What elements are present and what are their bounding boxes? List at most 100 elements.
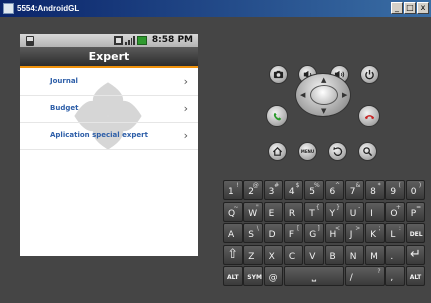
key-alt-label: ~ xyxy=(233,203,239,211)
end-call-icon xyxy=(364,114,374,119)
key-comma[interactable]: , xyxy=(385,266,405,286)
key-2[interactable]: 2 @ xyxy=(243,180,263,200)
key-slash[interactable]: /? xyxy=(344,266,385,286)
menu-item-journal[interactable]: Journal › xyxy=(20,70,198,96)
dpad-down-icon[interactable]: ▼ xyxy=(321,107,326,115)
key-alt[interactable]: ALT xyxy=(223,266,243,286)
key-alt-label: ? xyxy=(377,268,381,275)
key-3[interactable]: 3 # xyxy=(263,180,284,200)
close-button[interactable]: x xyxy=(417,2,429,14)
key-c[interactable]: C xyxy=(283,244,304,265)
key-k[interactable]: K; xyxy=(365,223,385,243)
power-button[interactable] xyxy=(360,65,379,84)
key-m[interactable]: M xyxy=(365,244,385,265)
key-g[interactable]: G] xyxy=(304,223,324,243)
key-p[interactable]: P = xyxy=(405,201,426,222)
key-alt-label: - xyxy=(358,203,361,211)
search-button[interactable] xyxy=(358,142,377,161)
key-f[interactable]: F[ xyxy=(283,223,304,243)
key-label: G xyxy=(309,230,317,240)
key-label: I xyxy=(370,208,373,219)
menu-button[interactable]: MENU xyxy=(298,142,317,161)
key-6[interactable]: 6 ^ xyxy=(324,180,344,200)
home-button[interactable] xyxy=(268,142,287,161)
key-0[interactable]: 0) xyxy=(405,180,426,200)
key-v[interactable]: V xyxy=(304,244,324,265)
window-title: 5554:AndroidGL xyxy=(17,4,80,13)
key-alt-label: = xyxy=(416,203,422,211)
camera-button[interactable] xyxy=(269,65,288,84)
key-label: ALT xyxy=(409,274,422,281)
space-icon: ⎵ xyxy=(311,269,317,282)
key-label: @ xyxy=(268,273,278,283)
signal-icon xyxy=(125,36,135,45)
key-space[interactable]: ⎵ xyxy=(283,266,344,286)
key-a[interactable]: A xyxy=(223,223,243,243)
key-alt-label: @ xyxy=(252,182,259,189)
key-alt-label: * xyxy=(377,182,381,189)
key-alt-label: " xyxy=(256,203,259,211)
key-1[interactable]: 1! xyxy=(223,180,243,200)
key-alt-label: : xyxy=(398,225,401,232)
key-label: F xyxy=(288,230,295,240)
key-t[interactable]: T{ xyxy=(304,201,324,222)
key-period[interactable]: . xyxy=(385,244,405,265)
key-at[interactable]: @ xyxy=(263,266,284,286)
key-delete[interactable]: DEL xyxy=(405,223,426,243)
dpad-up-icon[interactable]: ▲ xyxy=(321,76,326,84)
dpad-right-icon[interactable]: ▶ xyxy=(342,91,347,99)
key-label: S xyxy=(248,230,255,240)
key-j[interactable]: J > xyxy=(344,223,365,243)
battery-icon xyxy=(137,36,147,45)
dpad-left-icon[interactable]: ◀ xyxy=(300,91,305,99)
shift-icon: ⇧ xyxy=(227,246,239,262)
key-s[interactable]: S \ xyxy=(243,223,263,243)
key-r[interactable]: R xyxy=(283,201,304,222)
key-u[interactable]: U- xyxy=(344,201,365,222)
key-alt[interactable]: ALT xyxy=(405,266,426,286)
menu-item-application-special-expert[interactable]: Aplication special expert › xyxy=(20,124,198,150)
key-i[interactable]: I xyxy=(365,201,385,222)
phone-screen: 8:58 PM Expert Journal › Budget › Aplica… xyxy=(20,34,198,256)
key-o[interactable]: O + xyxy=(385,201,405,222)
key-alt-label: & xyxy=(355,182,361,189)
key-enter[interactable]: ↵ xyxy=(405,244,426,265)
network-icon xyxy=(114,36,123,45)
key-9[interactable]: 9( xyxy=(385,180,405,200)
key-n[interactable]: N xyxy=(344,244,365,265)
key-y[interactable]: Y} xyxy=(324,201,344,222)
dpad-center-button[interactable] xyxy=(310,85,338,105)
key-4[interactable]: 4 $ xyxy=(283,180,304,200)
back-button[interactable] xyxy=(328,142,347,161)
key-label: SYM xyxy=(247,274,262,281)
key-alt-label: ) xyxy=(418,182,422,189)
key-q[interactable]: Q ~ xyxy=(223,201,243,222)
key-shift[interactable]: ⇧ xyxy=(223,244,243,265)
key-e[interactable]: E xyxy=(263,201,284,222)
key-alt-label: { xyxy=(315,203,320,211)
key-7[interactable]: 7 & xyxy=(344,180,365,200)
minimize-button[interactable]: _ xyxy=(391,2,403,14)
key-5[interactable]: 5% xyxy=(304,180,324,200)
app-header: Expert xyxy=(20,47,198,68)
end-call-button[interactable] xyxy=(358,105,380,127)
key-alt-label: ; xyxy=(378,225,381,232)
menu-item-budget[interactable]: Budget › xyxy=(20,97,198,123)
key-label: . xyxy=(390,251,394,262)
call-button[interactable] xyxy=(266,105,288,127)
key-8[interactable]: 8 * xyxy=(365,180,385,200)
key-alt-label: \ xyxy=(256,225,259,232)
key-label: B xyxy=(329,251,336,262)
dpad[interactable]: ▲ ▼ ◀ ▶ xyxy=(295,73,351,117)
key-z[interactable]: Z xyxy=(243,244,263,265)
key-label: / xyxy=(349,273,353,283)
key-b[interactable]: B xyxy=(324,244,344,265)
key-w[interactable]: W " xyxy=(243,201,263,222)
key-d[interactable]: D xyxy=(263,223,284,243)
key-l[interactable]: L: xyxy=(385,223,405,243)
key-x[interactable]: X xyxy=(263,244,284,265)
key-h[interactable]: H < xyxy=(324,223,344,243)
key-label: 1 xyxy=(228,187,234,197)
maximize-button[interactable]: □ xyxy=(404,2,416,14)
key-sym[interactable]: SYM xyxy=(243,266,263,286)
